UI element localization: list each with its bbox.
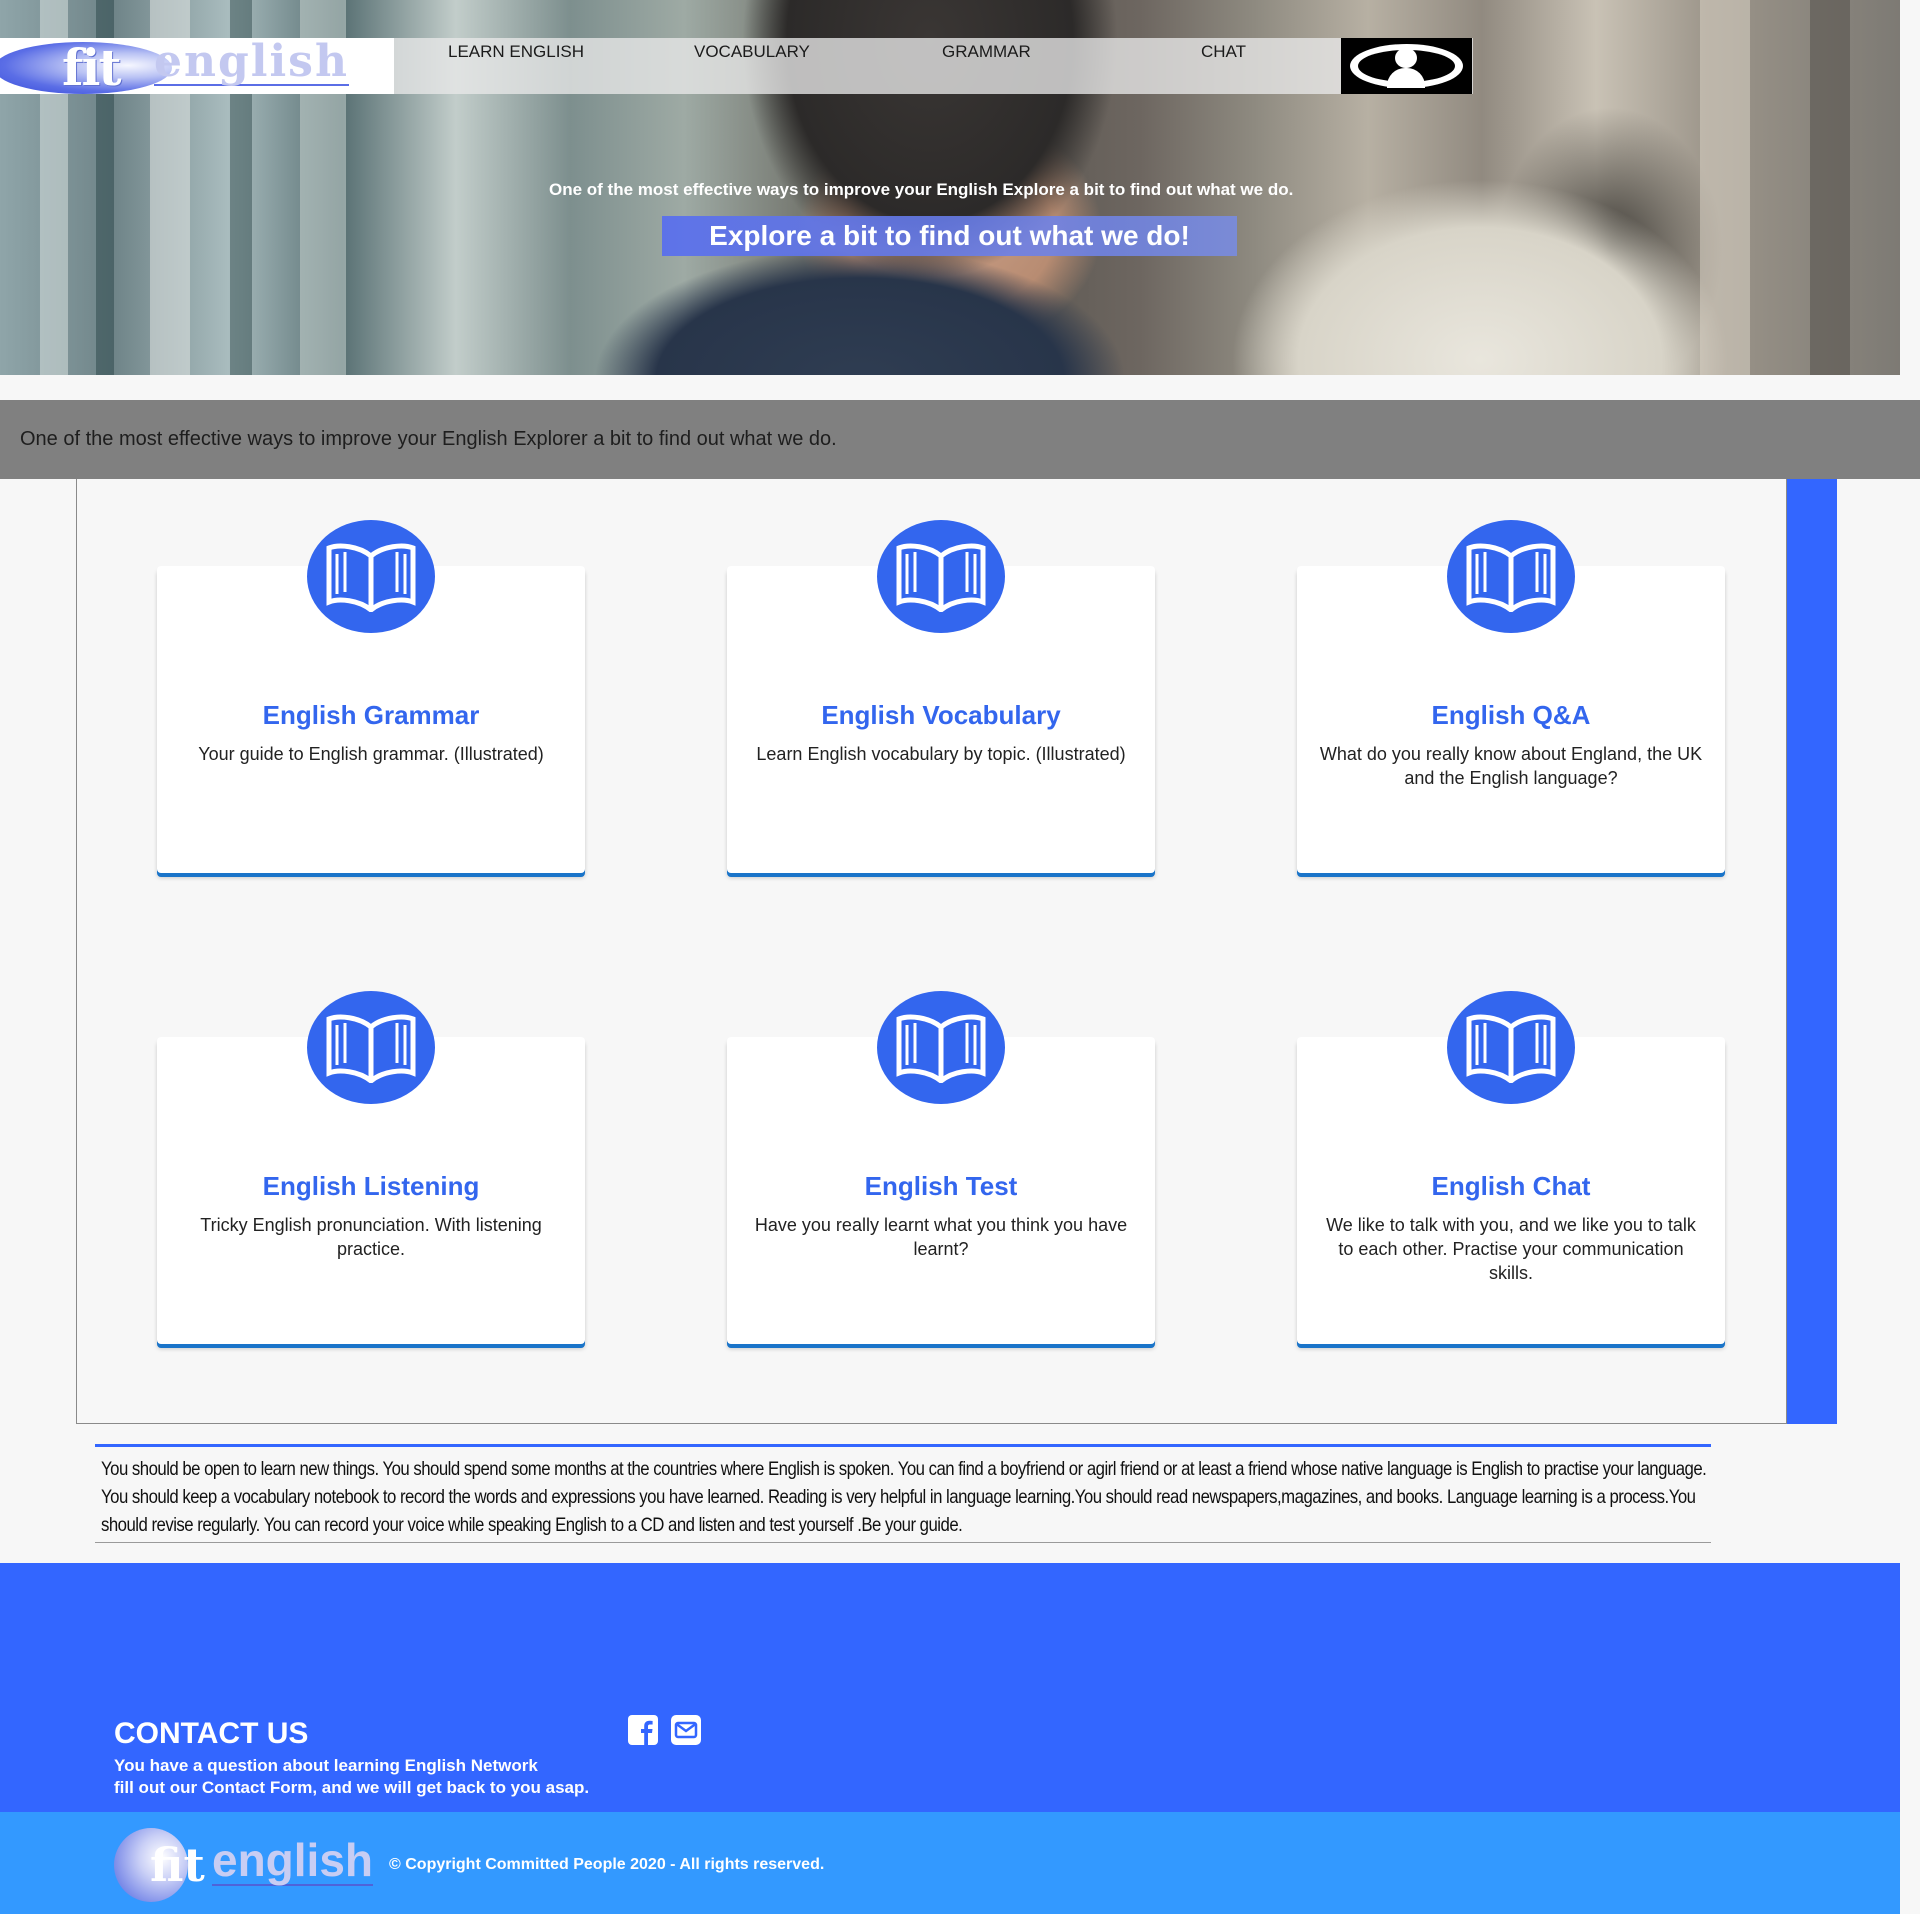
learning-tips-section: You should be open to learn new things. …	[95, 1444, 1711, 1543]
card-english-grammar[interactable]: English Grammar Your guide to English gr…	[157, 520, 585, 873]
nav-vocabulary[interactable]: VOCABULARY	[694, 42, 810, 62]
card-title: English Test	[864, 1171, 1018, 1201]
mail-icon[interactable]	[670, 1714, 702, 1746]
card-english-vocabulary[interactable]: English Vocabulary Learn English vocabul…	[727, 520, 1155, 873]
card-english-qa[interactable]: English Q&A What do you really know abou…	[1297, 520, 1725, 873]
card-title: English Q&A	[1431, 700, 1591, 730]
open-book-icon	[877, 520, 1005, 633]
card-title: English Vocabulary	[821, 700, 1061, 730]
intro-strip: One of the most effective ways to improv…	[0, 400, 1920, 479]
hero-subtitle: One of the most effective ways to improv…	[549, 180, 1294, 199]
card-title: English Listening	[262, 1171, 480, 1201]
open-book-icon	[307, 991, 435, 1104]
logo-fit-text: fit	[62, 38, 122, 94]
card-description: Have you really learnt what you think yo…	[754, 1215, 1128, 1259]
nav-chat[interactable]: CHAT	[1201, 42, 1246, 62]
card-description: Your guide to English grammar. (Illustra…	[198, 744, 544, 764]
open-book-icon	[307, 520, 435, 633]
hero-call-to-action[interactable]: Explore a bit to find out what we do!	[662, 216, 1237, 256]
card-english-listening[interactable]: English Listening Tricky English pronunc…	[157, 991, 585, 1344]
card-title: English Chat	[1431, 1171, 1591, 1201]
open-book-icon	[1447, 520, 1575, 633]
card-english-test[interactable]: English Test Have you really learnt what…	[727, 991, 1155, 1344]
intro-text: One of the most effective ways to improv…	[20, 428, 837, 450]
logo-english-text: english	[154, 38, 349, 87]
user-profile-icon[interactable]	[1341, 38, 1472, 94]
copyright-text: © Copyright Committed People 2020 - All …	[389, 1856, 825, 1873]
contact-text-line-2: fill out our Contact Form, and we will g…	[114, 1778, 590, 1797]
open-book-icon	[1447, 991, 1575, 1104]
card-description: We like to talk with you, and we like yo…	[1326, 1215, 1696, 1283]
contact-text-line-1: You have a question about learning Engli…	[114, 1756, 538, 1775]
contact-title: CONTACT US	[114, 1717, 309, 1750]
footer-logo-fit: fit	[150, 1838, 205, 1892]
card-description: Learn English vocabulary by topic. (Illu…	[756, 744, 1126, 764]
nav-learn-english[interactable]: LEARN ENGLISH	[448, 42, 584, 62]
card-english-chat[interactable]: English Chat We like to talk with you, a…	[1297, 991, 1725, 1344]
footer-logo-english: english	[212, 1834, 374, 1886]
learning-tips-text: You should be open to learn new things. …	[101, 1458, 1707, 1536]
card-title: English Grammar	[262, 700, 480, 730]
card-description: Tricky English pronunciation. With liste…	[200, 1215, 542, 1259]
card-description: What do you really know about England, t…	[1319, 744, 1703, 788]
site-logo[interactable]: fit english	[0, 38, 394, 94]
features-side-bar	[1787, 479, 1837, 1424]
open-book-icon	[877, 991, 1005, 1104]
facebook-icon[interactable]	[627, 1714, 659, 1746]
nav-grammar[interactable]: GRAMMAR	[942, 42, 1031, 62]
